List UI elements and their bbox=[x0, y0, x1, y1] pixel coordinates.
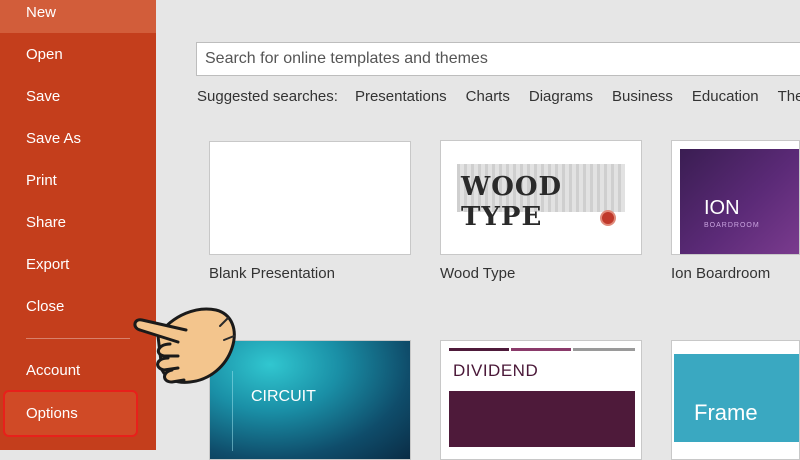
pointing-hand-icon bbox=[133, 307, 236, 384]
suggested-link-themes[interactable]: Themes bbox=[778, 88, 800, 105]
nav-open[interactable]: Open bbox=[0, 35, 156, 75]
template-tile-wood-type[interactable]: WOOD TYPE bbox=[440, 140, 642, 255]
template-tile-blank[interactable] bbox=[209, 141, 411, 255]
template-tile-ion-boardroom[interactable]: ION BOARDROOM bbox=[671, 140, 800, 255]
dividend-accent-bar-3 bbox=[573, 348, 635, 351]
template-tile-frame[interactable]: Frame bbox=[671, 340, 800, 460]
nav-save[interactable]: Save bbox=[0, 77, 156, 117]
search-input[interactable] bbox=[197, 43, 800, 75]
dividend-color-block bbox=[449, 391, 635, 447]
sidebar-divider bbox=[26, 338, 130, 339]
circuit-art-title: CIRCUIT bbox=[251, 388, 316, 405]
template-tile-dividend[interactable]: DIVIDEND bbox=[440, 340, 642, 460]
template-caption-wood-type: Wood Type bbox=[440, 265, 516, 282]
frame-art-title: Frame bbox=[694, 400, 758, 425]
nav-export[interactable]: Export bbox=[0, 245, 156, 285]
suggested-label: Suggested searches: bbox=[197, 88, 338, 105]
dividend-art-title: DIVIDEND bbox=[453, 361, 539, 380]
wood-stamp-icon bbox=[600, 210, 616, 226]
dividend-accent-bar-2 bbox=[511, 348, 571, 351]
nav-save-as[interactable]: Save As bbox=[0, 119, 156, 159]
wood-type-thumbnail: WOOD TYPE bbox=[457, 164, 625, 232]
suggested-searches: Suggested searches: Presentations Charts… bbox=[197, 88, 800, 105]
template-caption-blank: Blank Presentation bbox=[209, 265, 335, 282]
suggested-link-diagrams[interactable]: Diagrams bbox=[529, 88, 593, 105]
ion-art-subtitle: BOARDROOM bbox=[704, 222, 760, 229]
nav-print[interactable]: Print bbox=[0, 161, 156, 201]
nav-new[interactable]: New bbox=[0, 0, 156, 33]
ion-art-title: ION bbox=[704, 197, 740, 219]
suggested-link-education[interactable]: Education bbox=[692, 88, 759, 105]
suggested-link-business[interactable]: Business bbox=[612, 88, 673, 105]
template-caption-ion-boardroom: Ion Boardroom bbox=[671, 265, 771, 282]
ion-thumbnail: ION BOARDROOM bbox=[680, 149, 799, 254]
template-search-box[interactable] bbox=[196, 42, 800, 76]
suggested-link-presentations[interactable]: Presentations bbox=[355, 88, 447, 105]
nav-options[interactable]: Options bbox=[3, 390, 138, 437]
wood-type-art-text: WOOD TYPE bbox=[461, 172, 563, 232]
nav-share[interactable]: Share bbox=[0, 203, 156, 243]
dividend-accent-bar-1 bbox=[449, 348, 509, 351]
suggested-link-charts[interactable]: Charts bbox=[466, 88, 510, 105]
frame-thumbnail: Frame bbox=[674, 354, 799, 442]
